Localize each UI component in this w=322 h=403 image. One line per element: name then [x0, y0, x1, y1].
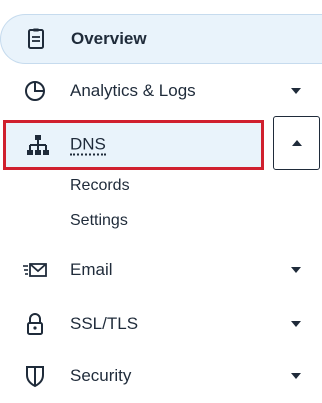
pie-chart-icon [22, 78, 48, 104]
sidebar-item-dns[interactable]: DNS [3, 120, 264, 170]
sidebar-item-security-label: Security [70, 366, 132, 385]
sidebar-item-analytics[interactable]: Analytics & Logs [0, 71, 322, 111]
sidebar-item-email-label: Email [70, 260, 113, 279]
sidebar-item-overview-label: Overview [71, 29, 147, 48]
sidebar-subitem-settings[interactable]: Settings [70, 212, 128, 230]
sidebar-subitem-records[interactable]: Records [70, 177, 130, 195]
chevron-down-icon[interactable] [291, 88, 301, 94]
shield-icon [22, 363, 48, 389]
network-icon [25, 132, 51, 158]
sidebar-item-dns-label: DNS [70, 134, 106, 156]
sidebar-item-email[interactable]: Email [0, 250, 322, 290]
lock-icon [22, 311, 48, 337]
sidebar-item-analytics-label: Analytics & Logs [70, 81, 196, 100]
sidebar-item-overview-inner: Overview [1, 19, 322, 59]
sidebar-item-ssl-label: SSL/TLS [70, 314, 139, 333]
sidebar-item-overview[interactable]: Overview [0, 14, 322, 64]
email-icon [22, 257, 48, 283]
document-icon [23, 26, 49, 52]
chevron-down-icon[interactable] [291, 321, 301, 327]
dns-collapse-button[interactable] [273, 116, 320, 170]
sidebar-item-ssl[interactable]: SSL/TLS [0, 304, 322, 344]
sidebar-nav: Overview Analytics & Logs DNS Records Se… [0, 0, 322, 403]
chevron-down-icon[interactable] [291, 373, 301, 379]
chevron-up-icon [291, 140, 302, 146]
sidebar-item-security[interactable]: Security [0, 356, 322, 396]
chevron-down-icon[interactable] [291, 267, 301, 273]
